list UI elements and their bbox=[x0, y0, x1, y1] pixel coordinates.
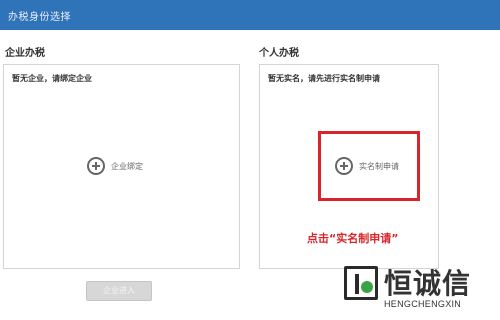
watermark-subtitle: HENGCHENGXIN bbox=[384, 299, 462, 309]
personal-hint: 暂无实名，请先进行实名制申请 bbox=[268, 74, 380, 83]
title-bar: 办税身份选择 bbox=[0, 0, 500, 30]
personal-section-title: 个人办税 bbox=[259, 48, 299, 59]
enterprise-section-title: 企业办税 bbox=[5, 48, 45, 59]
enterprise-enter-button[interactable]: 企业进入 bbox=[86, 281, 152, 301]
watermark: 恒诚信 HENGCHENGXIN bbox=[344, 262, 494, 316]
enterprise-hint: 暂无企业，请绑定企业 bbox=[12, 74, 92, 83]
bind-enterprise-button[interactable]: 企业绑定 bbox=[87, 157, 143, 175]
brand-logo-icon bbox=[344, 266, 378, 300]
instruction-annotation: 点击“实名制申请” bbox=[307, 232, 399, 245]
personal-panel: 暂无实名，请先进行实名制申请 实名制申请 点击“实名制申请” bbox=[259, 64, 439, 269]
window-title: 办税身份选择 bbox=[8, 12, 71, 23]
bind-enterprise-label: 企业绑定 bbox=[111, 161, 143, 171]
enterprise-panel: 暂无企业，请绑定企业 企业绑定 bbox=[3, 64, 240, 269]
realname-apply-button[interactable]: 实名制申请 bbox=[335, 157, 399, 175]
plus-circle-icon bbox=[87, 157, 105, 175]
realname-apply-label: 实名制申请 bbox=[359, 161, 399, 171]
plus-circle-icon bbox=[335, 157, 353, 175]
watermark-brand: 恒诚信 bbox=[384, 267, 472, 300]
